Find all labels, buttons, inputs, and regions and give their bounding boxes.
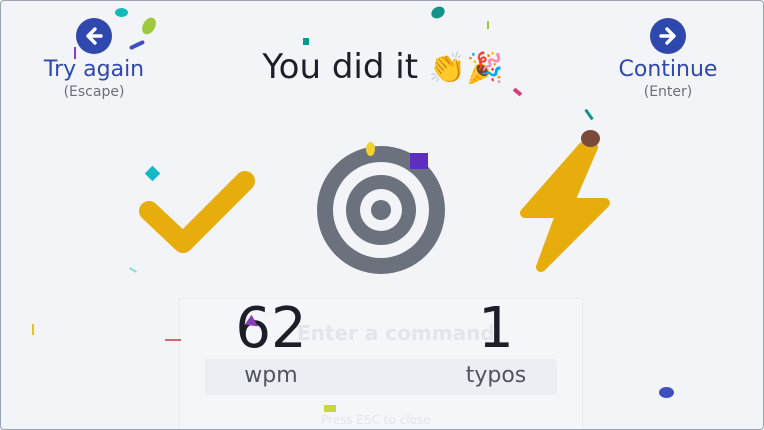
confetti-piece — [659, 387, 674, 398]
confetti-piece — [324, 405, 336, 412]
page-title: You did it 👏🎉 — [201, 47, 565, 87]
confetti-piece — [115, 8, 128, 17]
confetti-piece — [366, 142, 375, 156]
confetti-piece — [165, 339, 181, 341]
confetti-piece — [32, 324, 34, 335]
wpm-value: 62 — [235, 296, 307, 361]
results-screen: Enter a command Press ESC to close Try a… — [0, 0, 764, 430]
background-hint: Press ESC to close — [321, 413, 431, 427]
try-again-button[interactable]: Try again (Escape) — [29, 18, 159, 100]
confetti-piece — [581, 130, 600, 147]
typos-label: typos — [465, 363, 527, 388]
try-again-label[interactable]: Try again — [29, 57, 159, 82]
celebration-emoji: 👏🎉 — [428, 51, 504, 86]
wpm-label: wpm — [244, 363, 298, 388]
confetti-piece — [487, 21, 489, 29]
continue-label[interactable]: Continue — [603, 57, 733, 82]
typos-stat: 1 typos — [426, 296, 566, 389]
typos-value: 1 — [478, 296, 514, 361]
continue-shortcut: (Enter) — [643, 84, 693, 100]
title-text: You did it — [262, 47, 419, 87]
confetti-piece — [584, 108, 594, 121]
arrow-left-icon[interactable] — [76, 18, 112, 54]
confetti-piece — [429, 4, 447, 21]
arrow-right-icon[interactable] — [650, 18, 686, 54]
try-again-shortcut: (Escape) — [63, 84, 125, 100]
continue-button[interactable]: Continue (Enter) — [603, 18, 733, 100]
confetti-piece — [129, 267, 137, 273]
confetti-piece — [303, 38, 309, 45]
confetti-piece — [74, 47, 76, 59]
lightning-icon — [520, 142, 610, 272]
wpm-stat: 62 wpm — [201, 296, 341, 389]
confetti-piece — [410, 153, 428, 169]
confetti-piece — [512, 87, 523, 97]
